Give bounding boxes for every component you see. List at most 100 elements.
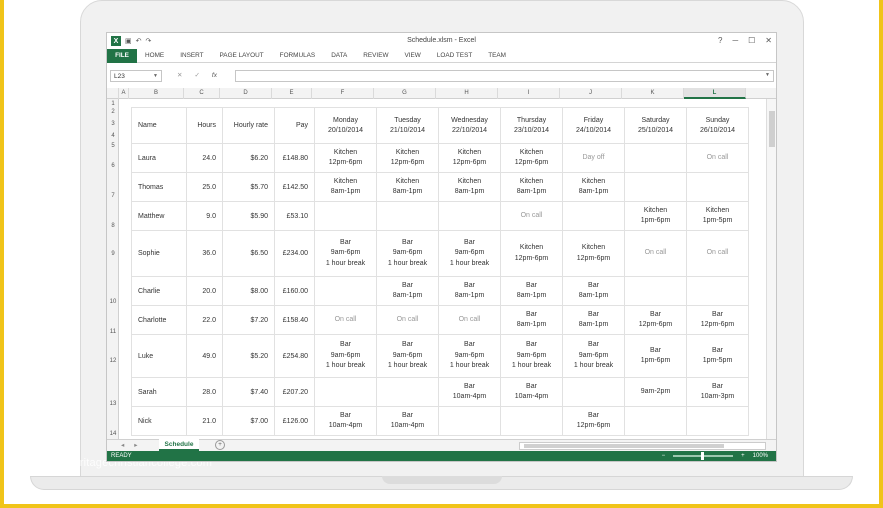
cell-shift[interactable]: On call — [686, 230, 749, 277]
cell-shift[interactable]: On call — [686, 143, 749, 173]
next-sheet-icon[interactable]: ▸ — [134, 441, 137, 449]
tab-formulas[interactable]: FORMULAS — [272, 52, 324, 59]
cell-pay[interactable]: £207.20 — [274, 377, 315, 407]
undo-icon[interactable]: ↶ — [136, 37, 142, 45]
column-header-a[interactable]: A — [119, 88, 129, 99]
tab-insert[interactable]: INSERT — [172, 52, 211, 59]
restore-button[interactable]: ☐ — [748, 36, 755, 45]
cell-shift[interactable]: Bar 10am-4pm — [438, 377, 501, 407]
cell-shift[interactable]: Bar 12pm-6pm — [562, 406, 625, 436]
cell-shift[interactable]: Bar 9am-6pm 1 hour break — [562, 334, 625, 378]
cell-pay[interactable]: £126.00 — [274, 406, 315, 436]
zoom-slider[interactable] — [673, 452, 734, 460]
insert-function-icon[interactable]: fx — [212, 70, 217, 82]
cell-shift[interactable]: Bar 10am-4pm — [376, 406, 439, 436]
vertical-scrollbar[interactable] — [766, 99, 776, 439]
tab-data[interactable]: DATA — [323, 52, 355, 59]
cell-shift[interactable]: Kitchen 12pm-6pm — [500, 143, 563, 173]
cell-rate[interactable]: $8.00 — [222, 276, 275, 306]
cell-shift[interactable] — [438, 201, 501, 231]
name-box[interactable]: L23 ▼ — [110, 70, 162, 82]
horizontal-scrollbar[interactable] — [519, 442, 766, 450]
cell-shift[interactable]: Bar 8am-1pm — [376, 276, 439, 306]
minimize-button[interactable]: ─ — [732, 36, 738, 45]
cell-shift[interactable]: Bar 1pm-5pm — [686, 334, 749, 378]
cell-shift[interactable]: Kitchen 1pm-5pm — [686, 201, 749, 231]
cell-shift[interactable]: Bar 8am-1pm — [562, 305, 625, 335]
row-header-3[interactable]: 3 — [107, 121, 119, 127]
row-header-1[interactable]: 1 — [107, 101, 119, 107]
cell-name[interactable]: Matthew — [131, 201, 187, 231]
cell-pay[interactable]: £148.80 — [274, 143, 315, 173]
cell-name[interactable]: Charlotte — [131, 305, 187, 335]
cell-shift[interactable]: Bar 10am-4pm — [314, 406, 377, 436]
cell-rate[interactable]: $5.70 — [222, 172, 275, 202]
cell-shift[interactable] — [624, 172, 687, 202]
cell-shift[interactable]: Day off — [562, 143, 625, 173]
row-header-12[interactable]: 12 — [107, 358, 119, 364]
cell-rate[interactable]: $6.50 — [222, 230, 275, 277]
cell-shift[interactable]: Bar 9am-6pm 1 hour break — [438, 230, 501, 277]
cell-shift[interactable] — [562, 201, 625, 231]
zoom-out-button[interactable]: − — [662, 453, 666, 459]
cell-name[interactable]: Luke — [131, 334, 187, 378]
cell-shift[interactable]: Kitchen 8am-1pm — [500, 172, 563, 202]
row-header-7[interactable]: 7 — [107, 193, 119, 199]
column-header-c[interactable]: C — [184, 88, 220, 99]
cell-hours[interactable]: 20.0 — [186, 276, 223, 306]
cell-shift[interactable]: Bar 9am-6pm 1 hour break — [314, 230, 377, 277]
cell-name[interactable]: Nick — [131, 406, 187, 436]
column-header-l[interactable]: L — [684, 88, 746, 99]
cell-shift[interactable]: On call — [624, 230, 687, 277]
column-header-h[interactable]: H — [436, 88, 498, 99]
row-header-6[interactable]: 6 — [107, 163, 119, 169]
cell-hours[interactable]: 36.0 — [186, 230, 223, 277]
chevron-down-icon[interactable]: ▼ — [153, 71, 158, 82]
cell-shift[interactable] — [624, 276, 687, 306]
cell-hours[interactable]: 49.0 — [186, 334, 223, 378]
cell-name[interactable]: Thomas — [131, 172, 187, 202]
cell-pay[interactable]: £160.00 — [274, 276, 315, 306]
cell-shift[interactable] — [500, 406, 563, 436]
cell-name[interactable]: Laura — [131, 143, 187, 173]
row-header-8[interactable]: 8 — [107, 223, 119, 229]
row-header-13[interactable]: 13 — [107, 401, 119, 407]
cell-shift[interactable]: Bar 9am-6pm 1 hour break — [500, 334, 563, 378]
cell-shift[interactable]: Bar 8am-1pm — [562, 276, 625, 306]
cell-shift[interactable]: Kitchen 8am-1pm — [562, 172, 625, 202]
scroll-thumb[interactable] — [769, 111, 775, 147]
cell-shift[interactable]: Kitchen 12pm-6pm — [562, 230, 625, 277]
row-header-2[interactable]: 2 — [107, 109, 119, 115]
tab-review[interactable]: REVIEW — [355, 52, 396, 59]
cell-shift[interactable]: 9am-2pm — [624, 377, 687, 407]
cell-shift[interactable]: Kitchen 1pm-6pm — [624, 201, 687, 231]
tab-page-layout[interactable]: PAGE LAYOUT — [212, 52, 272, 59]
cell-pay[interactable]: £234.00 — [274, 230, 315, 277]
column-header-j[interactable]: J — [560, 88, 622, 99]
cell-shift[interactable] — [438, 406, 501, 436]
cell-shift[interactable]: Kitchen 8am-1pm — [314, 172, 377, 202]
cell-shift[interactable] — [376, 377, 439, 407]
cell-shift[interactable]: Bar 10am-3pm — [686, 377, 749, 407]
cell-hours[interactable]: 24.0 — [186, 143, 223, 173]
cell-shift[interactable]: On call — [500, 201, 563, 231]
row-header-5[interactable]: 5 — [107, 143, 119, 149]
cell-shift[interactable]: Kitchen 12pm-6pm — [314, 143, 377, 173]
cell-hours[interactable]: 28.0 — [186, 377, 223, 407]
column-header-f[interactable]: F — [312, 88, 374, 99]
cell-shift[interactable]: Bar 10am-4pm — [500, 377, 563, 407]
tab-file[interactable]: FILE — [107, 48, 137, 63]
row-header-11[interactable]: 11 — [107, 329, 119, 335]
cell-shift[interactable] — [686, 276, 749, 306]
tab-team[interactable]: TEAM — [480, 52, 514, 59]
cell-shift[interactable] — [376, 201, 439, 231]
zoom-knob[interactable] — [701, 452, 705, 460]
cell-shift[interactable]: Kitchen 12pm-6pm — [500, 230, 563, 277]
worksheet-grid[interactable]: Name Hours Hourly rate Pay Monday 20/10/2… — [119, 99, 767, 439]
cell-shift[interactable]: On call — [314, 305, 377, 335]
select-all-corner[interactable] — [107, 88, 119, 99]
cell-rate[interactable]: $7.20 — [222, 305, 275, 335]
cell-rate[interactable]: $5.20 — [222, 334, 275, 378]
cell-shift[interactable]: Bar 8am-1pm — [500, 276, 563, 306]
row-header-9[interactable]: 9 — [107, 251, 119, 257]
